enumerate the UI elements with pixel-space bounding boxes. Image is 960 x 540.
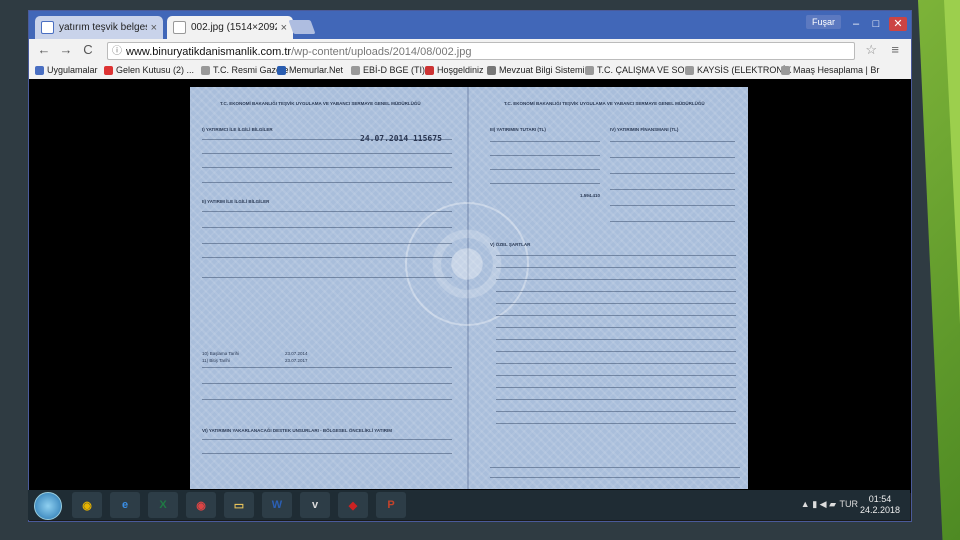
browser-window: yatırım teşvik belgesi - G × 002.jpg (15…: [28, 10, 912, 522]
bookmark-label: T.C. ÇALIŞMA VE SOS: [597, 65, 691, 75]
clock-time: 01:54: [868, 494, 892, 504]
section-support: VI) YATIRIMIN YAKARLANACAĞI DESTEK UNSUR…: [202, 428, 393, 433]
menu-button[interactable]: ≡: [891, 42, 899, 57]
bookmark-calisma[interactable]: T.C. ÇALIŞMA VE SOS: [585, 65, 691, 75]
bookmarks-bar: Uygulamalar Gelen Kutusu (2) ... T.C. Re…: [29, 63, 911, 80]
bookmark-gmail[interactable]: Gelen Kutusu (2) ...: [104, 65, 194, 75]
bookmark-label: Hoşgeldiniz: [437, 65, 484, 75]
bookmark-ebid[interactable]: EBİ-D BGE (TI): [351, 65, 425, 75]
page-icon: [685, 65, 694, 75]
excel-app-icon[interactable]: X: [148, 492, 178, 518]
page-icon: [201, 65, 210, 75]
bookmark-apps[interactable]: Uygulamalar: [35, 65, 98, 75]
tab-label: 002.jpg (1514×2092): [191, 22, 277, 33]
address-bar[interactable]: ⓘ www.binuryatikdanismanlik.com.tr/wp-co…: [107, 42, 855, 60]
browser-toolbar: ← → C ⓘ www.binuryatikdanismanlik.com.tr…: [29, 39, 911, 64]
tab-label: yatırım teşvik belgesi - G: [59, 22, 147, 33]
start-date: 23.07.2014: [285, 351, 308, 356]
page-icon: [781, 65, 790, 75]
watermark-rosette: [405, 202, 529, 326]
bookmark-star-icon[interactable]: ☆: [865, 42, 877, 58]
page-icon: [585, 65, 594, 75]
tab-image[interactable]: 002.jpg (1514×2092) ×: [167, 16, 293, 39]
doc-title-right: T.C. EKONOMİ BAKANLIĞI TEŞVİK UYGULAMA V…: [504, 101, 705, 106]
minimize-button[interactable]: –: [847, 17, 865, 31]
page-icon: [351, 65, 360, 75]
tab-search[interactable]: yatırım teşvik belgesi - G ×: [35, 16, 163, 39]
powerpoint-app-icon[interactable]: P: [376, 492, 406, 518]
bookmark-label: Maaş Hesaplama | Br: [793, 65, 880, 75]
word-app-icon[interactable]: W: [262, 492, 292, 518]
ie-app-icon[interactable]: e: [110, 492, 140, 518]
memurlar-icon: [277, 65, 286, 75]
bookmark-memurlar[interactable]: Memurlar.Net: [277, 65, 343, 75]
url-path: /wp-content/uploads/2014/08/002.jpg: [291, 46, 472, 58]
url-host: www.binuryatikdanismanlik.com.tr: [126, 46, 292, 58]
page-icon: [425, 65, 434, 75]
bookmark-label: Memurlar.Net: [289, 65, 344, 75]
total-amount: 1.594.410: [580, 193, 601, 198]
forward-button[interactable]: →: [57, 42, 75, 57]
start-button[interactable]: [34, 492, 62, 520]
profile-button[interactable]: Fuşar: [805, 15, 841, 29]
close-tab-icon[interactable]: ×: [281, 22, 287, 34]
bookmark-label: Gelen Kutusu (2) ...: [116, 65, 195, 75]
reload-button[interactable]: C: [79, 42, 97, 57]
close-window-button[interactable]: ✕: [889, 17, 907, 31]
bookmark-label: EBİ-D BGE (TI): [363, 65, 426, 75]
bookmark-maas[interactable]: Maaş Hesaplama | Br: [781, 65, 879, 75]
bookmark-mevzuat[interactable]: Mevzuat Bilgi Sistemi: [487, 65, 585, 75]
back-button[interactable]: ←: [35, 42, 53, 57]
mevzuat-icon: [487, 65, 496, 75]
chrome-app-icon[interactable]: ◉: [72, 492, 102, 518]
bookmark-kaysis[interactable]: KAYSİS (ELEKTRONİK: [685, 65, 791, 75]
end-date: 23.07.2017: [285, 358, 308, 363]
doc-title-left: T.C. EKONOMİ BAKANLIĞI TEŞVİK UYGULAMA V…: [220, 101, 421, 106]
section-investment: II) YATIRIM İLE İLGİLİ BİLGİLER: [202, 199, 270, 204]
new-tab-button[interactable]: [288, 20, 316, 34]
acrobat-app-icon[interactable]: ◆: [338, 492, 368, 518]
section-financing: IV) YATIRIMIN FİNANSMANI (TL): [610, 127, 679, 132]
info-icon[interactable]: ⓘ: [112, 43, 122, 61]
language-indicator[interactable]: TUR: [840, 499, 859, 509]
bookmark-hosgeldiniz[interactable]: Hoşgeldiniz: [425, 65, 484, 75]
vine-app-icon[interactable]: v: [300, 492, 330, 518]
start-label: 10) Başlama Tarihi: [202, 351, 240, 356]
explorer-app-icon[interactable]: ▭: [224, 492, 254, 518]
section-amount: III) YATIRIMIN TUTARI (TL): [490, 127, 546, 132]
taskbar: ◉ e X ◉ ▭ Wv ◆ P ▲ ▮ ◀ ▰ TUR 01:54 24.2.2018: [28, 490, 910, 520]
page-icon: [173, 21, 186, 34]
image-viewport: T.C. EKONOMİ BAKANLIĞI TEŞVİK UYGULAMA V…: [29, 79, 911, 493]
chrome2-app-icon[interactable]: ◉: [186, 492, 216, 518]
close-tab-icon[interactable]: ×: [151, 22, 157, 34]
clock-date: 24.2.2018: [859, 505, 900, 515]
google-icon: [41, 21, 54, 34]
title-bar: yatırım teşvik belgesi - G × 002.jpg (15…: [29, 11, 911, 39]
end-label: 11) Bitiş Tarihi: [202, 358, 230, 363]
section-special-terms: V) ÖZEL ŞARTLAR: [490, 242, 531, 247]
gmail-icon: [104, 65, 113, 75]
section-investor: I) YATIRIMCI İLE İLGİLİ BİLGİLER: [202, 127, 273, 132]
scanned-document: T.C. EKONOMİ BAKANLIĞI TEŞVİK UYGULAMA V…: [190, 87, 748, 489]
bookmark-label: KAYSİS (ELEKTRONİK: [697, 65, 792, 75]
clock[interactable]: 01:54 24.2.2018: [860, 494, 900, 516]
bookmark-resmi-gazete[interactable]: T.C. Resmi Gazete: [201, 65, 289, 75]
bookmark-label: Mevzuat Bilgi Sistemi: [499, 65, 585, 75]
maximize-button[interactable]: □: [867, 17, 885, 31]
system-tray-icons[interactable]: ▲ ▮ ◀ ▰: [801, 499, 836, 510]
apps-icon: [35, 65, 44, 75]
bookmark-label: Uygulamalar: [47, 65, 98, 75]
